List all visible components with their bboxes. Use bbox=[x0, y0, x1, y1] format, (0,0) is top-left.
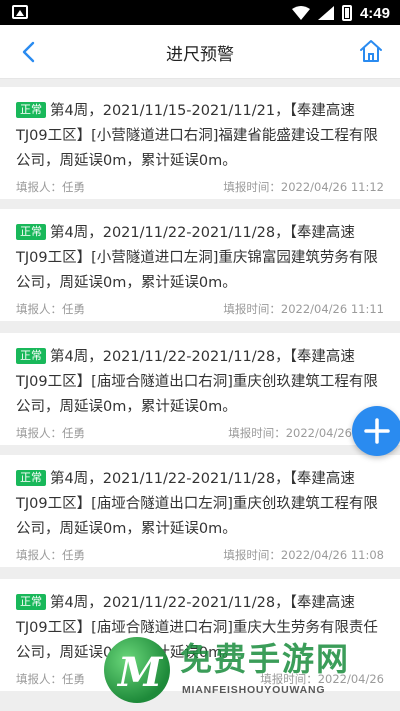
reporter-label: 填报人：任勇 bbox=[16, 672, 85, 686]
watermark: M 免费手游网 MIANFEISHOUYOUWANG bbox=[104, 632, 400, 711]
list-item[interactable]: 正常 第4周，2021/11/22-2021/11/28，【奉建高速TJ09工区】… bbox=[0, 209, 400, 321]
report-time: 填报时间：2022/04/26 11:12 bbox=[223, 180, 384, 194]
item-text: 第4周，2021/11/15-2021/11/21，【奉建高速TJ09工区】[小… bbox=[16, 103, 378, 169]
status-icons: 4:49 bbox=[291, 3, 390, 23]
status-badge: 正常 bbox=[16, 224, 46, 240]
gallery-notification-icon bbox=[12, 5, 28, 19]
reporter-label: 填报人：任勇 bbox=[16, 548, 85, 562]
clock: 4:49 bbox=[359, 4, 390, 22]
watermark-title: 免费手游网 bbox=[180, 640, 351, 678]
add-button[interactable] bbox=[352, 406, 400, 456]
reporter-label: 填报人：任勇 bbox=[16, 426, 85, 440]
status-badge: 正常 bbox=[16, 102, 46, 118]
status-bar: 4:49 bbox=[0, 0, 400, 25]
status-badge: 正常 bbox=[16, 470, 46, 486]
item-text: 第4周，2021/11/22-2021/11/28，【奉建高速TJ09工区】[庙… bbox=[16, 471, 378, 537]
reporter-label: 填报人：任勇 bbox=[16, 302, 85, 316]
battery-icon bbox=[341, 5, 352, 21]
watermark-logo: M bbox=[104, 637, 170, 703]
list-item[interactable]: 正常 第4周，2021/11/22-2021/11/28，【奉建高速TJ09工区】… bbox=[0, 333, 400, 445]
signal-icon bbox=[317, 6, 334, 20]
wifi-icon bbox=[291, 6, 310, 20]
item-text: 第4周，2021/11/22-2021/11/28，【奉建高速TJ09工区】[庙… bbox=[16, 349, 378, 415]
app-header: 进尺预警 bbox=[0, 25, 400, 79]
page-title: 进尺预警 bbox=[166, 45, 234, 65]
home-icon[interactable] bbox=[356, 36, 386, 66]
report-time: 填报时间：2022/04/26 11:08 bbox=[223, 548, 384, 562]
status-badge: 正常 bbox=[16, 348, 46, 364]
status-badge: 正常 bbox=[16, 594, 46, 610]
report-time: 填报时间：2022/04/26 11:11 bbox=[223, 302, 384, 316]
item-text: 第4周，2021/11/22-2021/11/28，【奉建高速TJ09工区】[小… bbox=[16, 225, 378, 291]
reporter-label: 填报人：任勇 bbox=[16, 180, 85, 194]
watermark-subtitle: MIANFEISHOUYOUWANG bbox=[182, 684, 326, 696]
report-time: 填报时间：2022/04/26 bbox=[228, 426, 352, 440]
list-item[interactable]: 正常 第4周，2021/11/22-2021/11/28，【奉建高速TJ09工区】… bbox=[0, 455, 400, 567]
list-item[interactable]: 正常 第4周，2021/11/15-2021/11/21，【奉建高速TJ09工区】… bbox=[0, 87, 400, 199]
plus-icon bbox=[364, 418, 390, 444]
